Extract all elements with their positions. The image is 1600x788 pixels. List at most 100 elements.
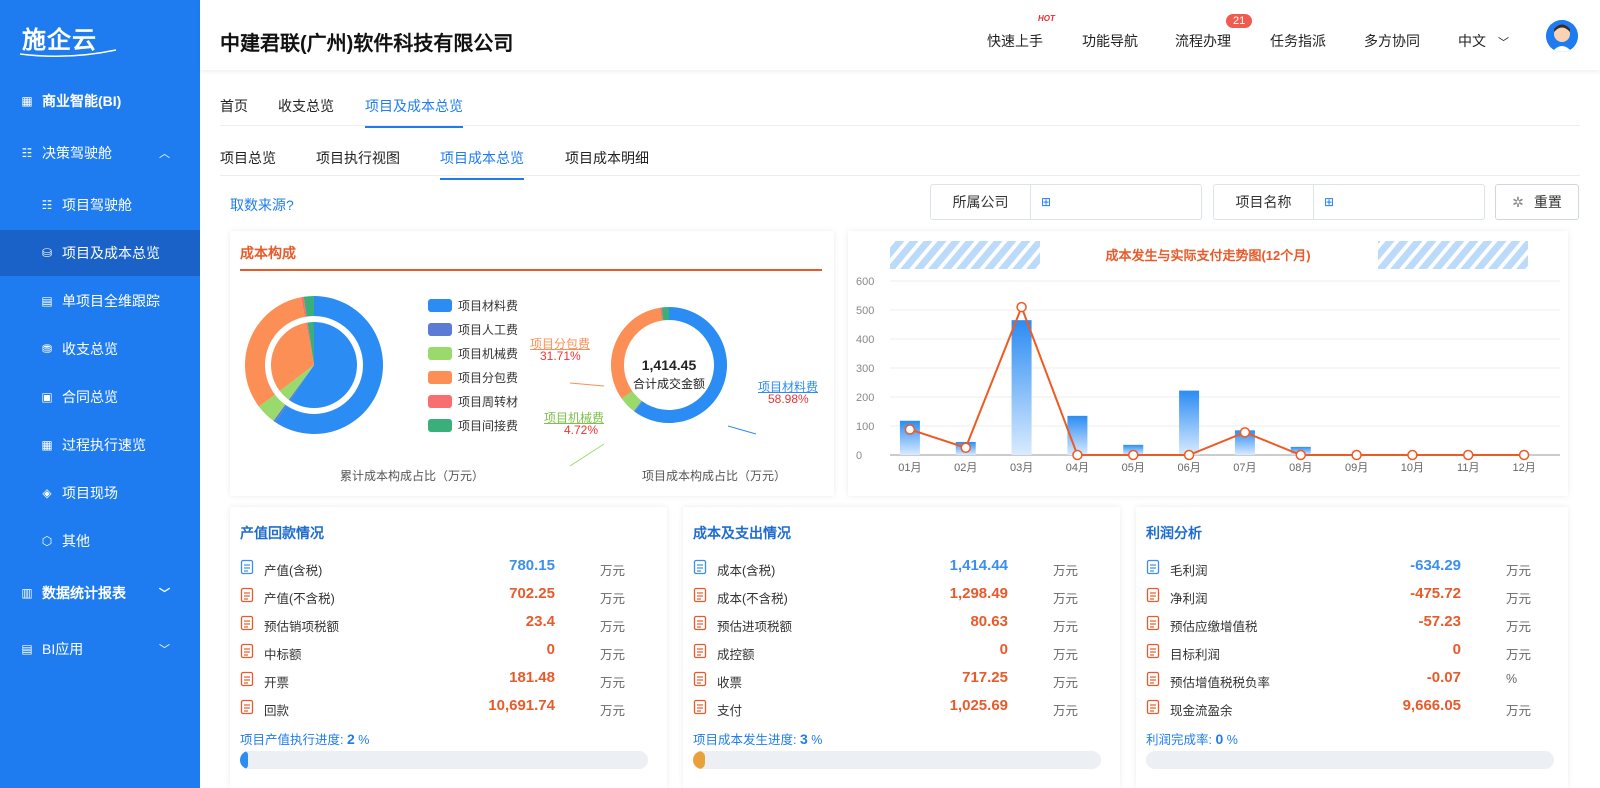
x-tick-label: 12月 [1512,462,1535,474]
tab-project-overview[interactable]: 项目总览 [220,148,276,178]
metric-label: 产值(不含税) [264,592,335,606]
metric-row: 支付 1,025.69 万元 [693,697,1093,719]
tab-income-expense[interactable]: 收支总览 [278,96,334,126]
clipboard-icon: ▤ [41,294,53,308]
sidebar-item-label: 项目驾驶舱 [62,197,132,213]
nav-quick-start[interactable]: 快速上手 [987,31,1043,51]
progress-fill [240,751,249,769]
bar [1011,320,1032,455]
metric-row: 开票 181.48 万元 [240,669,640,691]
sidebar-item-process[interactable]: ▦ 过程执行速览 [0,422,200,468]
metric-row: 毛利润 -634.29 万元 [1146,557,1546,579]
reset-button[interactable]: ✲ 重置 [1495,184,1579,220]
apps-icon: ☷ [41,198,53,212]
y-tick-label: 600 [856,276,874,288]
line-point [1407,449,1418,461]
metric-value: 717.25 [962,669,1008,686]
document-icon [693,587,707,603]
x-tick-label: 06月 [1177,462,1200,474]
nav-func-nav[interactable]: 功能导航 [1082,31,1138,51]
metric-value: -475.72 [1410,585,1461,602]
tab-project-cost[interactable]: 项目及成本总览 [365,96,463,128]
document-icon [1146,699,1160,715]
line-point [1351,449,1362,461]
metric-unit: 万元 [1053,592,1079,606]
line-point [1072,449,1083,461]
panel-title: 成本构成 [240,245,296,261]
tab-execution-view[interactable]: 项目执行视图 [316,148,400,178]
sidebar-item-label: 项目现场 [62,485,118,501]
document-icon [693,643,707,659]
metric-row: 预估增值税税负率 -0.07 % [1146,669,1546,691]
legend-item[interactable]: 项目分包费 [428,369,518,386]
project-filter[interactable]: 项目名称 ⊞ [1213,184,1485,220]
trend-chart: 成本发生与实际支付走势图(12个月) 0 100 200 300 400 500 600 0… [856,241,1560,474]
line-point [1463,449,1474,461]
leader-line [727,425,757,435]
legend-item[interactable]: 项目人工费 [428,321,518,338]
data-source-link[interactable]: 取数来源? [230,195,294,215]
document-icon [240,671,254,687]
sidebar-item-income-expense[interactable]: ⛃ 收支总览 [0,326,200,372]
metric-unit: 万元 [1053,676,1079,690]
coins-icon: ⛁ [41,246,53,260]
x-tick-label: 04月 [1066,462,1089,474]
x-tick-label: 02月 [954,462,977,474]
nav-process[interactable]: 流程办理 [1175,31,1231,51]
chevron-down-icon: ﹀ [1498,37,1509,49]
logo-swoosh-icon [19,49,117,57]
document-icon [1146,643,1160,659]
label-machinery-pct: 4.72% [564,423,599,437]
tab-cost-overview[interactable]: 项目成本总览 [440,148,524,180]
progress-label: 项目产值执行进度: 2 % [240,731,370,747]
document-icon [693,559,707,575]
legend-item[interactable]: 项目间接费 [428,417,518,434]
company-filter[interactable]: 所属公司 ⊞ [930,184,1202,220]
donut-caption: 项目成本构成占比（万元） [642,469,787,483]
label-material-pct: 58.98% [768,392,809,406]
language-select[interactable]: 中文 ﹀ [1458,31,1509,51]
document-icon [240,615,254,631]
line-point [1128,449,1139,461]
metric-label: 收票 [717,676,743,690]
legend-item[interactable]: 项目材料费 [428,297,518,314]
sidebar-item-label: 其他 [62,533,90,549]
hot-badge: HOT [1038,14,1055,23]
sidebar-item-reports[interactable]: ▥ 数据统计报表 ﹀ [0,570,200,616]
legend-item[interactable]: 项目机械费 [428,345,518,362]
sidebar-item-project-cost[interactable]: ⛁ 项目及成本总览 [0,230,200,276]
sidebar-item-cockpit[interactable]: ☷ 决策驾驶舱 ︿ [0,130,200,176]
reset-label: 重置 [1533,194,1562,210]
tab-home[interactable]: 首页 [220,96,248,126]
metric-unit: 万元 [600,592,626,606]
metric-value: -634.29 [1410,557,1461,574]
tab-cost-detail[interactable]: 项目成本明细 [565,148,649,178]
legend-item[interactable]: 项目周转材 [428,393,518,410]
sidebar-item-other[interactable]: ⬡ 其他 [0,518,200,564]
metric-unit: 万元 [600,676,626,690]
sidebar-item-site[interactable]: ◈ 项目现场 [0,470,200,516]
company-name: 中建君联(广州)软件科技有限公司 [220,33,514,55]
sidebar-item-single-project[interactable]: ▤ 单项目全维跟踪 [0,278,200,324]
metric-label: 成控额 [717,648,755,662]
metric-row: 产值(不含税) 702.25 万元 [240,585,640,607]
metric-row: 中标额 0 万元 [240,641,640,663]
nav-task[interactable]: 任务指派 [1270,31,1326,51]
cost-composition-panel: 成本构成 项目材料费 项目人工费 项目机械费 项目分包费 项目周转材 项目间接费… [230,231,834,496]
metric-label: 成本(不含税) [717,592,788,606]
line-point [1295,449,1306,461]
trend-title: 成本发生与实际支付走势图(12个月) [1105,248,1310,263]
metric-unit: 万元 [1053,564,1079,578]
metric-label: 预估应缴增值税 [1170,620,1258,634]
user-avatar[interactable] [1546,20,1578,52]
sidebar-item-bi[interactable]: ▦ 商业智能(BI) [0,78,200,124]
sidebar-item-contract[interactable]: ▣ 合同总览 [0,374,200,420]
sidebar-item-label: 商业智能(BI) [42,93,122,109]
metric-label: 净利润 [1170,592,1208,606]
pie-caption: 累计成本构成占比（万元） [340,469,485,483]
sidebar-item-bi-app[interactable]: ▤ BI应用 ﹀ [0,626,200,672]
sidebar-item-project-cockpit[interactable]: ☷ 项目驾驶舱 [0,182,200,228]
metric-row: 目标利润 0 万元 [1146,641,1546,663]
chevron-down-icon: ﹀ [159,588,170,600]
nav-collab[interactable]: 多方协同 [1364,31,1420,51]
